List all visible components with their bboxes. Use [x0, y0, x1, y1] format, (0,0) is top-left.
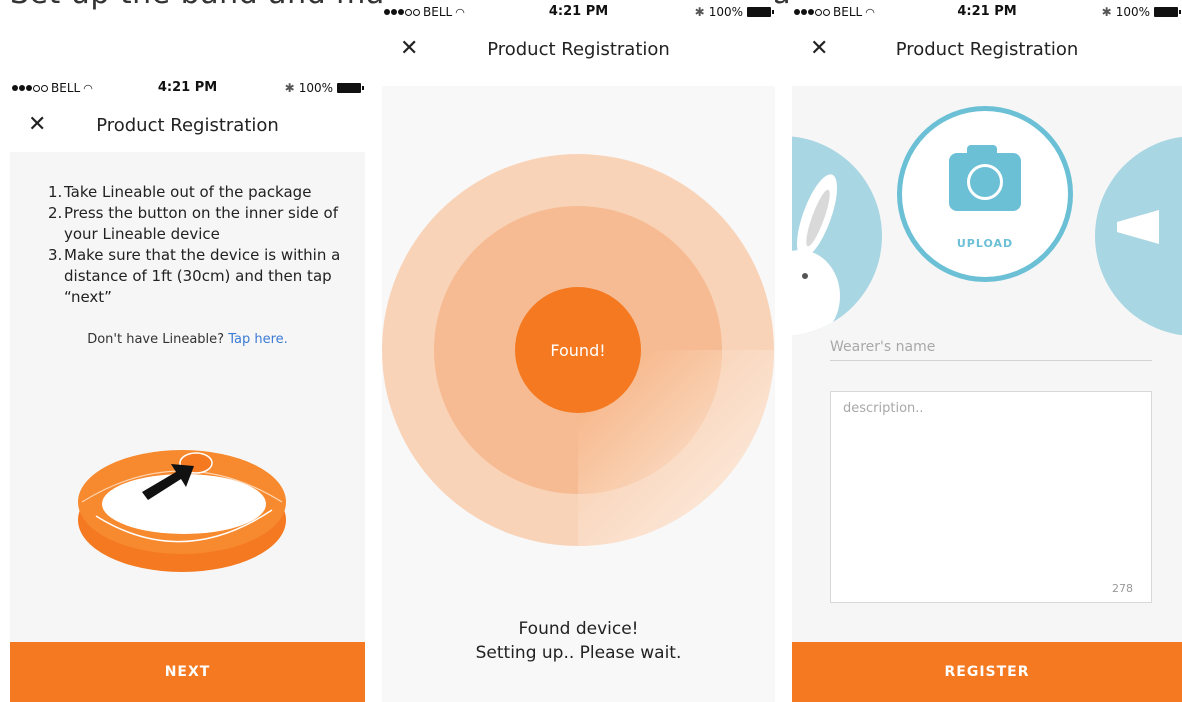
screen-device-search: BELL ◠ 4:21 PM ✱ 100% ✕ Product Registra… [382, 0, 775, 702]
char-counter: 278 [1112, 582, 1133, 595]
found-badge-label: Found! [550, 341, 605, 360]
status-message: Found device! Setting up.. Please wait. [382, 617, 775, 665]
battery-icon [747, 7, 774, 17]
battery-status: ✱ 100% [1101, 5, 1181, 19]
battery-percent: 100% [708, 5, 743, 19]
instruction-step: 2. Press the button on the inner side of … [48, 204, 339, 243]
bluetooth-icon: ✱ [1101, 5, 1112, 19]
upload-label: UPLOAD [956, 237, 1014, 250]
nav-bar: ✕ Product Registration [10, 106, 365, 146]
page-title: Product Registration [895, 39, 1079, 60]
instruction-steps: 1. Take Lineable out of the package 2. Pre… [48, 182, 348, 308]
status-bar: BELL ◠ 4:21 PM ✱ 100% [10, 76, 365, 100]
tap-here-link[interactable]: Tap here. [228, 332, 288, 347]
instruction-step: 3. Make sure that the device is within a … [48, 246, 341, 306]
no-device-prompt: Don't have Lineable? Tap here. [10, 332, 365, 347]
nav-bar: ✕ Product Registration [792, 30, 1182, 70]
battery-status: ✱ 100% [694, 5, 774, 19]
rabbit-icon [792, 174, 840, 336]
radar-animation: Found! [382, 154, 774, 546]
avatar-option-rabbit[interactable] [792, 136, 882, 336]
next-button[interactable]: NEXT [10, 642, 365, 702]
battery-status: ✱ 100% [284, 81, 364, 95]
battery-percent: 100% [298, 81, 333, 95]
status-line-setup: Setting up.. Please wait. [475, 643, 682, 663]
status-line-found: Found device! [518, 619, 639, 639]
battery-icon [337, 83, 364, 93]
animal-icon [1117, 210, 1159, 244]
page-title: Product Registration [487, 39, 670, 60]
registration-panel: UPLOAD 278 [792, 86, 1182, 642]
battery-icon [1154, 7, 1181, 17]
screen-setup-instructions: BELL ◠ 4:21 PM ✱ 100% ✕ Product Registra… [10, 76, 365, 702]
status-bar: BELL ◠ 4:21 PM ✱ 100% [382, 0, 775, 24]
upload-photo-button[interactable]: UPLOAD [897, 106, 1073, 282]
bluetooth-icon: ✱ [284, 81, 295, 95]
band-illustration [78, 450, 286, 572]
instructions-panel: 1. Take Lineable out of the package 2. Pre… [10, 152, 365, 642]
nav-bar: ✕ Product Registration [382, 30, 775, 70]
description-textarea[interactable] [830, 391, 1152, 603]
screen-registration-form: BELL ◠ 4:21 PM ✱ 100% ✕ Product Registra… [792, 0, 1182, 702]
wearer-name-input[interactable] [830, 334, 1152, 361]
bluetooth-icon: ✱ [694, 5, 705, 19]
page-title: Product Registration [96, 115, 279, 136]
status-bar: BELL ◠ 4:21 PM ✱ 100% [792, 0, 1182, 24]
register-button[interactable]: REGISTER [792, 642, 1182, 702]
camera-icon [949, 145, 1021, 211]
instruction-step: 1. Take Lineable out of the package [48, 183, 312, 201]
avatar-option-partial[interactable] [1095, 136, 1182, 336]
battery-percent: 100% [1115, 5, 1150, 19]
no-device-text: Don't have Lineable? [87, 332, 225, 347]
